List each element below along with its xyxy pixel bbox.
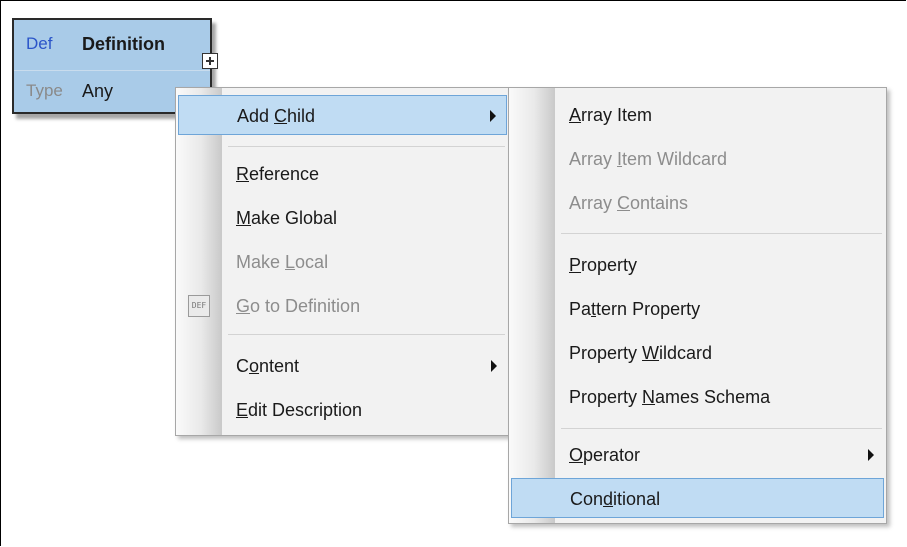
- menu-item-go-to-definition-label: Go to Definition: [236, 296, 361, 316]
- menu-item-edit-description-label: Edit Description: [236, 400, 363, 420]
- menu-separator: [561, 233, 882, 234]
- submenu-item-array-item-wildcard-label: Array Item Wildcard: [569, 149, 728, 169]
- menu-item-make-local-label: Make Local: [236, 252, 329, 272]
- submenu-item-property-label: Property: [569, 255, 638, 275]
- menu-item-add-child[interactable]: Add Child: [178, 95, 507, 135]
- menu-item-content-label: Content: [236, 356, 300, 376]
- submenu-item-property-names-schema[interactable]: Property Names Schema: [511, 377, 884, 417]
- menu-item-reference[interactable]: Reference: [178, 154, 507, 194]
- menu-item-reference-label: Reference: [236, 164, 320, 184]
- submenu-item-pattern-property[interactable]: Pattern Property: [511, 289, 884, 329]
- type-value: Any: [82, 81, 114, 101]
- menu-separator: [228, 146, 505, 147]
- submenu-item-property-wildcard[interactable]: Property Wildcard: [511, 333, 884, 373]
- plus-box-icon[interactable]: [202, 53, 218, 69]
- context-menu: Add Child Reference Make Global Make Loc…: [175, 87, 510, 436]
- submenu-item-conditional-label: Conditional: [570, 489, 661, 509]
- menu-item-edit-description[interactable]: Edit Description: [178, 390, 507, 430]
- menu-item-add-child-label: Add Child: [237, 106, 316, 126]
- submenu-item-conditional[interactable]: Conditional: [511, 478, 884, 518]
- submenu-item-operator[interactable]: Operator: [511, 435, 884, 475]
- add-child-submenu: Array Item Array Item Wildcard Array Con…: [508, 87, 887, 524]
- submenu-item-operator-label: Operator: [569, 445, 641, 465]
- menu-item-content[interactable]: Content: [178, 346, 507, 386]
- menu-item-make-global-label: Make Global: [236, 208, 338, 228]
- go-to-definition-icon: DEF: [188, 295, 210, 317]
- menu-item-make-local[interactable]: Make Local: [178, 242, 507, 282]
- definition-name: Definition: [82, 34, 165, 54]
- menu-item-make-global[interactable]: Make Global: [178, 198, 507, 238]
- submenu-item-pattern-property-label: Pattern Property: [569, 299, 701, 319]
- submenu-item-array-item-wildcard[interactable]: Array Item Wildcard: [511, 139, 884, 179]
- submenu-item-property-wildcard-label: Property Wildcard: [569, 343, 713, 363]
- submenu-item-array-contains[interactable]: Array Contains: [511, 183, 884, 223]
- def-tag: Def: [26, 34, 53, 53]
- submenu-item-property[interactable]: Property: [511, 245, 884, 285]
- menu-separator: [561, 428, 882, 429]
- chevron-right-icon: [868, 449, 874, 461]
- menu-separator: [228, 334, 505, 335]
- chevron-right-icon: [491, 360, 497, 372]
- chevron-right-icon: [490, 110, 496, 122]
- submenu-item-array-item[interactable]: Array Item: [511, 95, 884, 135]
- submenu-item-array-contains-label: Array Contains: [569, 193, 689, 213]
- type-tag: Type: [26, 81, 63, 100]
- menu-item-go-to-definition[interactable]: DEF Go to Definition: [178, 286, 507, 326]
- submenu-item-property-names-schema-label: Property Names Schema: [569, 387, 771, 407]
- submenu-item-array-item-label: Array Item: [569, 105, 653, 125]
